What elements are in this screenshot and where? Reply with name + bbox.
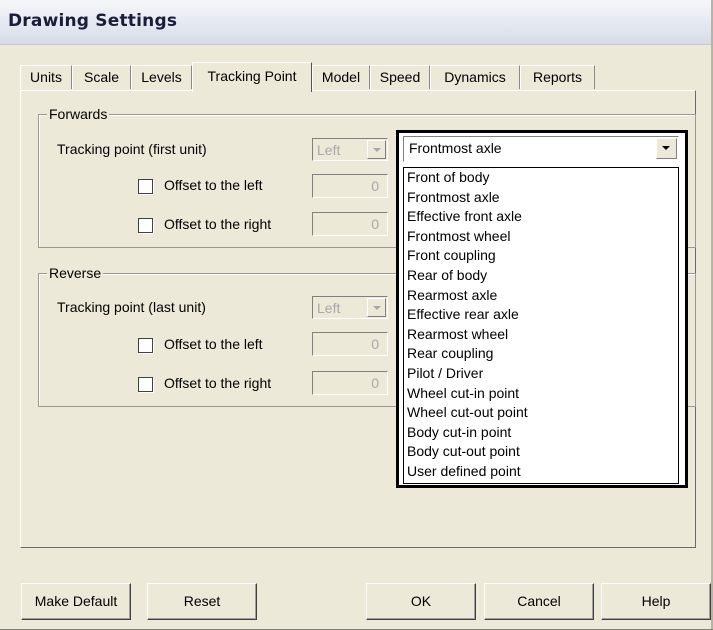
reverse-offset-left-checkbox[interactable] bbox=[138, 338, 153, 353]
forwards-offset-right-value: 0 bbox=[371, 216, 379, 232]
title-bar[interactable]: Drawing Settings bbox=[0, 0, 711, 45]
forwards-offset-left-label: Offset to the left bbox=[164, 177, 263, 193]
option-item[interactable]: Wheel cut-out point bbox=[407, 403, 528, 423]
make-default-button[interactable]: Make Default bbox=[21, 583, 131, 620]
chevron-down-icon[interactable] bbox=[367, 298, 386, 317]
tab-units[interactable]: Units bbox=[20, 65, 72, 89]
help-button[interactable]: Help bbox=[601, 583, 711, 620]
option-item[interactable]: Wheel cut-in point bbox=[407, 384, 519, 404]
cancel-button[interactable]: Cancel bbox=[484, 583, 594, 620]
option-item[interactable]: Pilot / Driver bbox=[407, 364, 483, 384]
reverse-group-label: Reverse bbox=[47, 265, 104, 281]
tracking-point-dropdown[interactable]: Frontmost axle Front of body Frontmost a… bbox=[396, 130, 688, 488]
drawing-settings-window: Drawing Settings Units Scale Levels Trac… bbox=[0, 0, 713, 630]
option-item[interactable]: User defined point bbox=[407, 462, 521, 482]
reset-button[interactable]: Reset bbox=[147, 583, 257, 620]
reverse-side-value: Left bbox=[317, 300, 341, 316]
reverse-offset-left-value: 0 bbox=[371, 336, 379, 352]
forwards-offset-right-label: Offset to the right bbox=[164, 216, 272, 232]
forwards-side-value: Left bbox=[317, 142, 341, 158]
forwards-group-label: Forwards bbox=[47, 106, 110, 122]
tab-tracking-point[interactable]: Tracking Point bbox=[192, 62, 312, 92]
tab-levels[interactable]: Levels bbox=[131, 65, 192, 89]
reverse-side-select[interactable]: Left bbox=[312, 296, 388, 319]
forwards-offset-left-value: 0 bbox=[371, 178, 379, 194]
option-item[interactable]: Effective rear axle bbox=[407, 305, 519, 325]
forwards-offset-right-checkbox[interactable] bbox=[138, 218, 153, 233]
reverse-offset-right-label: Offset to the right bbox=[164, 375, 272, 391]
tracking-point-options: Front of body Frontmost axle Effective f… bbox=[403, 167, 679, 484]
tab-scale[interactable]: Scale bbox=[72, 65, 131, 89]
chevron-down-icon[interactable] bbox=[367, 140, 386, 159]
option-item[interactable]: Effective front axle bbox=[407, 207, 522, 227]
tab-reports[interactable]: Reports bbox=[520, 65, 595, 89]
reverse-tracking-label: Tracking point (last unit) bbox=[57, 299, 206, 315]
option-item[interactable]: Rearmost axle bbox=[407, 286, 497, 306]
forwards-offset-right-input[interactable]: 0 bbox=[312, 212, 388, 236]
option-item[interactable]: Front of body bbox=[407, 168, 490, 188]
option-item[interactable]: Body cut-in point bbox=[407, 423, 511, 443]
reverse-offset-right-input[interactable]: 0 bbox=[312, 371, 388, 395]
forwards-offset-left-checkbox[interactable] bbox=[138, 179, 153, 194]
option-item[interactable]: Front coupling bbox=[407, 246, 496, 266]
chevron-down-icon[interactable] bbox=[656, 138, 677, 159]
option-item[interactable]: Rear of body bbox=[407, 266, 487, 286]
option-item[interactable]: Rearmost wheel bbox=[407, 325, 508, 345]
reverse-offset-left-label: Offset to the left bbox=[164, 336, 263, 352]
reverse-offset-right-value: 0 bbox=[371, 375, 379, 391]
forwards-tracking-label: Tracking point (first unit) bbox=[57, 141, 207, 157]
tab-dynamics[interactable]: Dynamics bbox=[430, 65, 520, 89]
forwards-offset-left-input[interactable]: 0 bbox=[312, 174, 388, 198]
option-item[interactable]: Rear coupling bbox=[407, 344, 493, 364]
option-item[interactable]: Frontmost wheel bbox=[407, 227, 510, 247]
tab-model[interactable]: Model bbox=[312, 65, 370, 89]
option-item[interactable]: Frontmost axle bbox=[407, 188, 500, 208]
window-title: Drawing Settings bbox=[8, 11, 178, 31]
forwards-side-select[interactable]: Left bbox=[312, 138, 388, 161]
option-item[interactable]: Body cut-out point bbox=[407, 442, 520, 462]
reverse-offset-right-checkbox[interactable] bbox=[138, 377, 153, 392]
ok-button[interactable]: OK bbox=[366, 583, 476, 620]
tracking-point-combo[interactable]: Frontmost axle bbox=[403, 136, 679, 162]
reverse-offset-left-input[interactable]: 0 bbox=[312, 332, 388, 356]
tracking-point-selected: Frontmost axle bbox=[409, 140, 502, 156]
tab-speed[interactable]: Speed bbox=[370, 65, 430, 89]
